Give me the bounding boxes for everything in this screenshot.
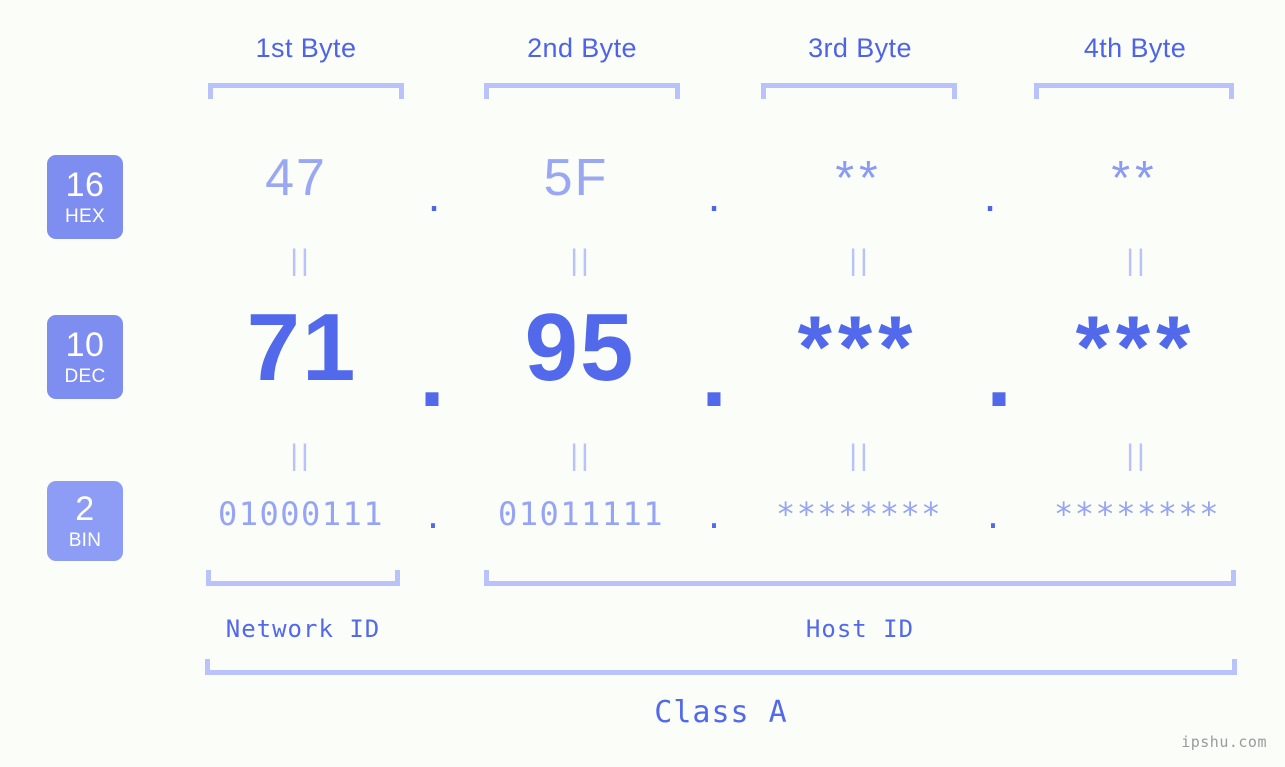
bin-byte-4: ********	[1053, 495, 1221, 533]
class-label: Class A	[654, 695, 788, 730]
host-id-label: Host ID	[805, 615, 915, 643]
byte-bracket-top-3	[761, 83, 957, 99]
hex-byte-4: **	[1111, 152, 1159, 205]
base-badge-dec: 10 DEC	[47, 315, 123, 399]
network-id-label: Network ID	[225, 615, 381, 643]
base-badge-bin: 2 BIN	[47, 481, 123, 561]
equality-mark-hex-dec-4: ||	[1126, 244, 1148, 277]
byte-header-1: 1st Byte	[255, 33, 357, 63]
bin-byte-3: ********	[775, 495, 943, 533]
byte-bracket-top-4	[1034, 83, 1234, 99]
base-badge-hex: 16 HEX	[47, 155, 123, 239]
hex-byte-1: 47	[265, 149, 327, 207]
equality-mark-hex-dec-2: ||	[570, 244, 592, 277]
equality-mark-dec-bin-1: ||	[290, 439, 312, 472]
base-badge-dec-name: DEC	[64, 366, 106, 387]
class-bracket	[205, 659, 1237, 675]
bin-byte-2: 01011111	[497, 495, 665, 533]
base-badge-dec-number: 10	[65, 326, 105, 364]
equality-mark-dec-bin-2: ||	[570, 439, 592, 472]
dec-byte-2: 95	[524, 294, 636, 401]
byte-header-2: 2nd Byte	[527, 33, 637, 63]
dec-byte-1: 71	[246, 294, 358, 401]
base-badge-hex-number: 16	[65, 166, 105, 204]
equality-mark-hex-dec-3: ||	[849, 244, 871, 277]
base-badge-bin-name: BIN	[68, 530, 102, 551]
dec-byte-3: ***	[797, 297, 919, 396]
base-badge-hex-name: HEX	[65, 206, 105, 227]
equality-mark-dec-bin-3: ||	[849, 439, 871, 472]
hex-separator-2: .	[707, 169, 721, 221]
byte-bracket-top-2	[484, 83, 680, 99]
ip-breakdown-diagram: 1st Byte 2nd Byte 3rd Byte 4th Byte 16 H…	[0, 0, 1285, 767]
dec-separator-1: .	[419, 324, 445, 426]
byte-header-4: 4th Byte	[1083, 33, 1187, 63]
dec-byte-4: ***	[1075, 297, 1197, 396]
equality-mark-dec-bin-4: ||	[1126, 439, 1148, 472]
host-id-bracket	[484, 570, 1236, 586]
byte-header-3: 3rd Byte	[808, 33, 912, 63]
hex-separator-3: .	[983, 169, 997, 221]
bin-byte-1: 01000111	[217, 495, 385, 533]
site-watermark: ipshu.com	[1181, 733, 1267, 751]
base-badge-bin-number: 2	[75, 490, 95, 528]
hex-byte-2: 5F	[543, 149, 609, 207]
hex-byte-3: **	[835, 152, 883, 205]
equality-mark-hex-dec-1: ||	[290, 244, 312, 277]
network-id-bracket	[206, 570, 400, 586]
byte-bracket-top-1	[208, 83, 404, 99]
